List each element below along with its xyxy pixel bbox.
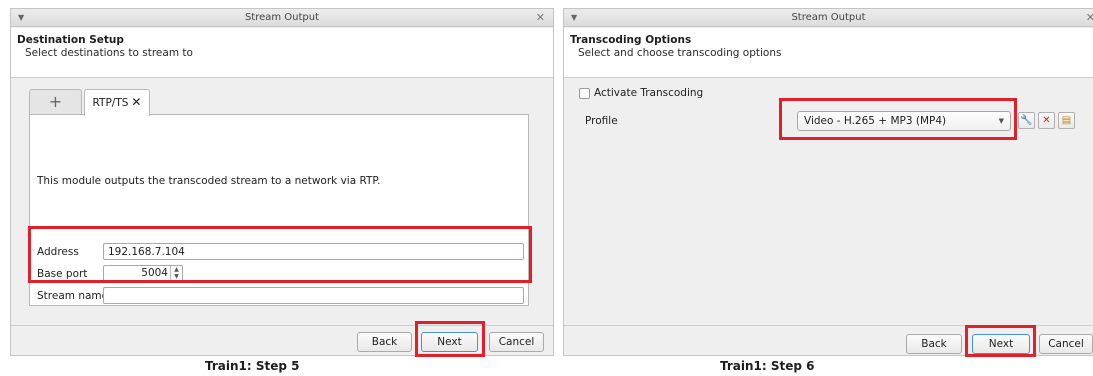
step-caption: Train1: Step 6 [720, 359, 815, 373]
tab-rtp-ts[interactable]: RTP/TS ✕ [84, 89, 150, 116]
base-port-label: Base port [37, 268, 88, 280]
plus-icon: + [48, 92, 63, 111]
page-title: Transcoding Options [570, 34, 692, 46]
title-bar: ▼ Stream Output ✕ [564, 9, 1093, 27]
close-icon[interactable]: ✕ [131, 95, 141, 109]
profile-value: Video - H.265 + MP3 (MP4) [804, 115, 947, 127]
close-icon[interactable]: ✕ [536, 9, 545, 27]
stream-name-label: Stream name [37, 290, 109, 302]
module-description: This module outputs the transcoded strea… [37, 175, 381, 187]
wizard-header: Destination Setup Select destinations to… [11, 28, 553, 78]
chevron-down-icon[interactable]: ▼ [571, 9, 577, 27]
next-button[interactable]: Next [421, 332, 478, 352]
rtp-settings-panel: This module outputs the transcoded strea… [29, 114, 529, 306]
base-port-value: 5004 [141, 267, 168, 279]
base-port-spinbox[interactable]: 5004 ▲ ▼ [103, 265, 183, 282]
activate-transcoding-label: Activate Transcoding [594, 87, 704, 99]
chevron-down-icon: ▼ [998, 117, 1004, 125]
page-title: Destination Setup [17, 34, 124, 46]
address-label: Address [37, 246, 79, 258]
cancel-button[interactable]: Cancel [489, 332, 544, 352]
profile-label: Profile [585, 115, 618, 127]
cancel-button[interactable]: Cancel [1039, 334, 1093, 354]
divider [11, 325, 553, 326]
delete-icon[interactable]: ✕ [1038, 112, 1055, 129]
close-icon[interactable]: ✕ [1086, 9, 1093, 27]
wrench-icon[interactable]: 🔧 [1018, 112, 1035, 129]
page-subtitle: Select and choose transcoding options [578, 47, 782, 59]
tab-label: RTP/TS [92, 97, 129, 109]
new-profile-icon[interactable]: ▤ [1058, 112, 1075, 129]
stream-output-window-step5: ▼ Stream Output ✕ Destination Setup Sele… [10, 8, 554, 356]
next-button[interactable]: Next [972, 334, 1030, 354]
stream-output-window-step6: ▼ Stream Output ✕ Transcoding Options Se… [563, 8, 1093, 356]
profile-select[interactable]: Video - H.265 + MP3 (MP4) ▼ [797, 111, 1011, 131]
title-bar: ▼ Stream Output ✕ [11, 9, 553, 27]
add-destination-tab[interactable]: + [29, 89, 82, 115]
destination-tabs: + RTP/TS ✕ [29, 89, 529, 116]
activate-transcoding-checkbox[interactable] [579, 88, 590, 99]
chevron-down-icon[interactable]: ▼ [18, 9, 24, 27]
wizard-header: Transcoding Options Select and choose tr… [564, 28, 1093, 78]
window-title: Stream Output [244, 12, 320, 23]
step-caption: Train1: Step 5 [205, 359, 300, 373]
address-input[interactable] [103, 243, 524, 260]
spinner-arrows-icon[interactable]: ▲ ▼ [170, 266, 182, 281]
back-button[interactable]: Back [906, 334, 962, 354]
back-button[interactable]: Back [357, 332, 412, 352]
divider [564, 325, 1093, 326]
page-subtitle: Select destinations to stream to [25, 47, 193, 59]
window-title: Stream Output [791, 12, 866, 23]
stream-name-input[interactable] [103, 287, 524, 304]
